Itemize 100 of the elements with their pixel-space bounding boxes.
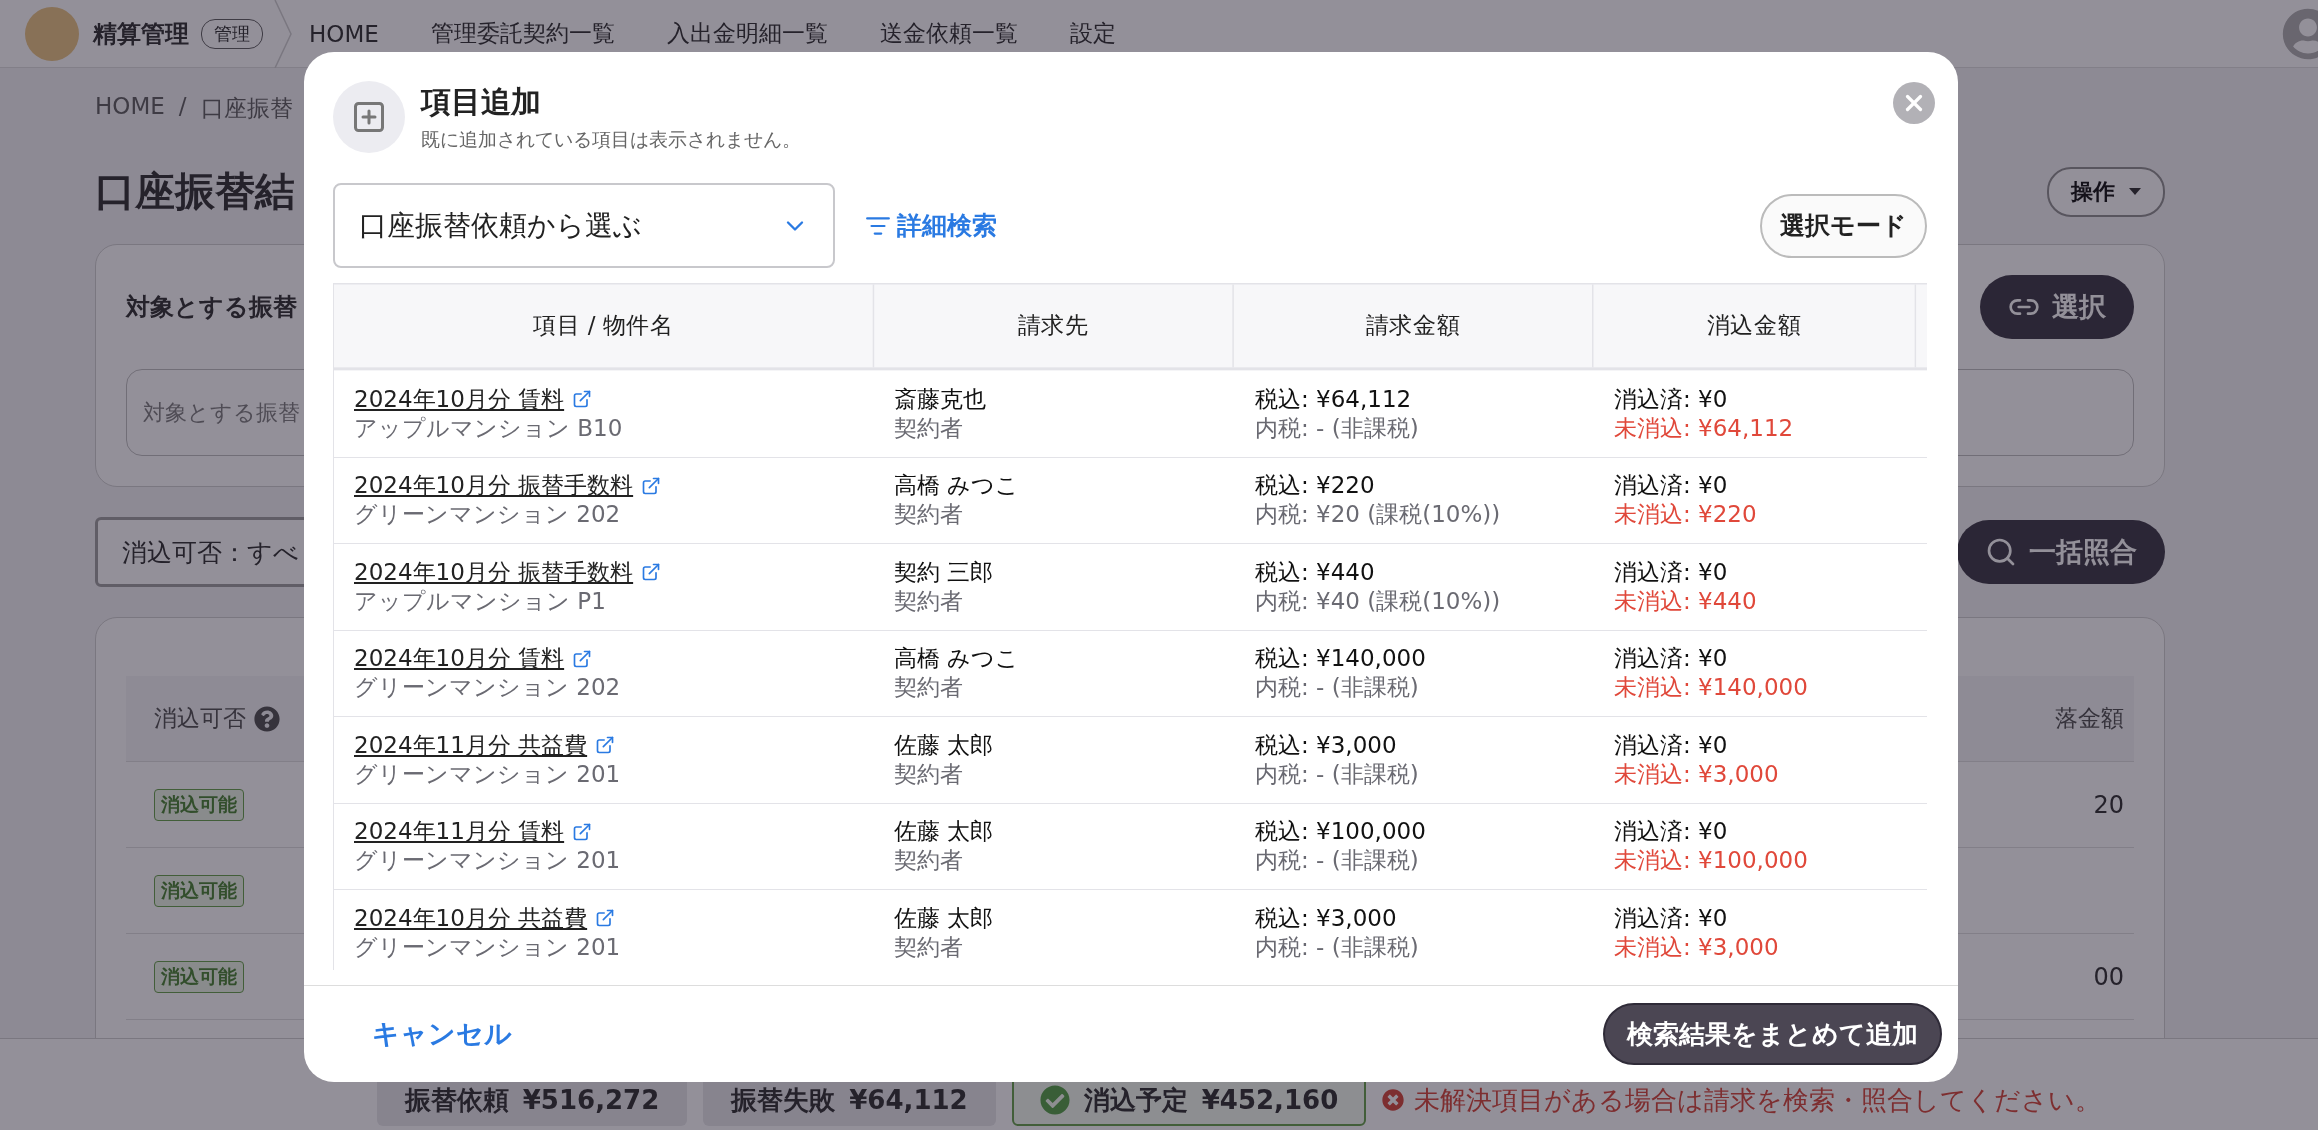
status-tag: 消込可能 [154,960,244,993]
payer-role: 契約者 [894,673,964,703]
uncleared-amount: 未消込: ¥64,112 [1614,413,1795,443]
tax-amount: 内税: - (非課税) [1255,846,1420,876]
billed-amount: 税込: ¥100,000 [1255,817,1427,847]
logo-avatar [25,6,79,61]
payer-role: 契約者 [894,586,964,616]
uncleared-amount: 未消込: ¥440 [1614,586,1758,616]
nav-link[interactable]: 入出金明細一覧 [666,18,828,49]
payer-name: 佐藤 太郎 [894,817,995,847]
column-header: 消込可否 [154,704,246,733]
source-select[interactable]: 口座振替依頼から選ぶ [333,183,835,268]
nav-link[interactable]: 設定 [1069,18,1116,49]
tax-amount: 内税: - (非課税) [1255,413,1420,443]
summary-label: 消込予定 [1083,1083,1188,1117]
property-name: グリーンマンション 201 [354,759,622,789]
tax-amount: 内税: - (非課税) [1255,932,1420,962]
summary-amount: ¥64,112 [849,1085,968,1115]
property-name: グリーンマンション 202 [354,500,622,530]
payer-name: 斎藤克也 [894,384,987,414]
tax-amount: 内税: - (非課税) [1255,673,1420,703]
nav-link[interactable]: 送金依頼一覧 [879,18,1018,49]
external-link-icon [572,821,593,842]
dialog-title: 項目追加 [421,82,542,121]
summary-amount: ¥452,160 [1201,1085,1339,1115]
breadcrumb-separator: / [178,93,187,121]
billed-amount: 税込: ¥140,000 [1255,644,1427,674]
cleared-amount: 消込済: ¥0 [1614,384,1729,414]
summary-label: 振替依頼 [404,1083,509,1117]
cancel-button[interactable]: キャンセル [362,1006,522,1062]
add-all-button[interactable]: 検索結果をまとめて追加 [1603,1003,1942,1065]
select-mode-button[interactable]: 選択モード [1760,193,1927,258]
item-link[interactable]: 2024年10月分 共益費 [354,903,616,933]
breadcrumb-link[interactable]: 口座振替 [200,93,293,124]
property-name: グリーンマンション 202 [354,673,622,703]
status-tag: 消込可能 [154,788,244,821]
payer-name: 高橋 みつこ [894,644,1021,674]
summary-amount: ¥516,272 [522,1085,660,1115]
cleared-amount: 消込済: ¥0 [1614,557,1729,587]
property-name: グリーンマンション 201 [354,846,622,876]
cleared-amount: 消込済: ¥0 [1614,471,1729,501]
item-link[interactable]: 2024年10月分 賃料 [354,384,593,414]
item-link[interactable]: 2024年11月分 共益費 [354,730,616,760]
advanced-search-link[interactable]: 詳細検索 [865,209,997,242]
column-header: 項目 / 物件名 [334,284,875,368]
uncleared-amount: 未消込: ¥100,000 [1614,846,1809,876]
property-name: グリーンマンション 201 [354,932,622,962]
payer-role: 契約者 [894,932,964,962]
column-header: 請求金額 [1233,284,1594,368]
role-badge: 管理 [201,18,263,49]
external-link-icon [572,648,593,669]
item-link[interactable]: 2024年10月分 振替手数料 [354,471,662,501]
warning-message: 未解決項目がある場合は請求を検索・照合してください。 [1414,1083,2102,1117]
breadcrumb-link[interactable]: HOME [95,93,165,124]
property-name: アップルマンション B10 [354,413,624,443]
item-link[interactable]: 2024年11月分 賃料 [354,817,593,847]
user-avatar-icon[interactable] [2282,7,2318,60]
column-header: 請求先 [874,284,1234,368]
actions-button[interactable]: 操作 [2047,166,2165,217]
payer-role: 契約者 [894,846,964,876]
select-button[interactable]: 選択 [1980,275,2134,339]
close-button[interactable] [1893,82,1935,124]
cleared-amount: 消込済: ¥0 [1614,817,1729,847]
plus-square-icon [351,99,387,135]
help-icon[interactable] [254,705,280,732]
external-link-icon [641,562,662,583]
column-header: 落金額 [2055,704,2124,733]
payer-role: 契約者 [894,759,964,789]
caret-icon [2129,188,2141,195]
uncleared-amount: 未消込: ¥3,000 [1614,759,1780,789]
billed-amount: 税込: ¥3,000 [1255,730,1398,760]
payer-name: 契約 三郎 [894,557,995,587]
cleared-amount: 消込済: ¥0 [1614,644,1729,674]
table-cell: 20 [2093,790,2124,819]
billed-amount: 税込: ¥3,000 [1255,903,1398,933]
nav-link[interactable]: HOME [309,20,379,47]
page-title: 口座振替結 [95,167,295,216]
uncleared-amount: 未消込: ¥220 [1614,500,1758,530]
tax-amount: 内税: ¥40 (課税(10%)) [1255,586,1502,616]
dialog-subtitle: 既に追加されている項目は表示されません。 [421,126,802,152]
payer-role: 契約者 [894,413,964,443]
chevron-separator-icon [273,0,293,68]
uncleared-amount: 未消込: ¥3,000 [1614,932,1780,962]
item-link[interactable]: 2024年10月分 振替手数料 [354,557,662,587]
payer-name: 佐藤 太郎 [894,903,995,933]
external-link-icon [572,389,593,410]
item-link[interactable]: 2024年10月分 賃料 [354,644,593,674]
tax-amount: 内税: ¥20 (課税(10%)) [1255,500,1502,530]
external-link-icon [641,475,662,496]
app-title: 精算管理 [93,18,189,50]
property-name: アップルマンション P1 [354,586,607,616]
nav-link[interactable]: 管理委託契約一覧 [430,18,615,49]
column-header: 消込金額 [1593,284,1917,368]
summary-label: 振替失敗 [731,1083,836,1117]
payer-name: 高橋 みつこ [894,471,1021,501]
status-tag: 消込可能 [154,874,244,907]
bulk-match-button[interactable]: 一括照合 [1957,520,2165,584]
cleared-amount: 消込済: ¥0 [1614,903,1729,933]
uncleared-amount: 未消込: ¥140,000 [1614,673,1809,703]
tax-amount: 内税: - (非課税) [1255,759,1420,789]
